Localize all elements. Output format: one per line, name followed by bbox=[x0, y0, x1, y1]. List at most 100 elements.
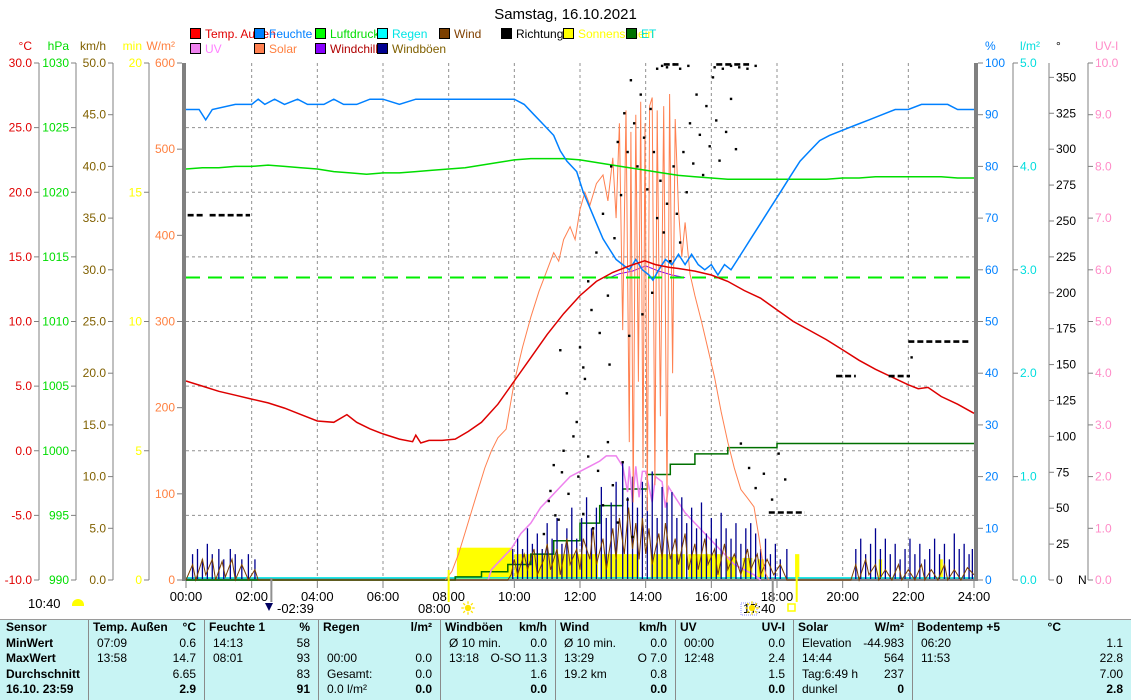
axis-wm2: 0100200300400500600W/m² bbox=[146, 39, 182, 587]
table-cell-row: 0.0 l/m² 0.0 bbox=[327, 682, 432, 697]
sun-icon bbox=[72, 599, 84, 606]
legend: Temp. Außen Feuchte 1 Luftdruck Regen Wind Ri… bbox=[0, 0, 1131, 60]
legend-label: Windchill bbox=[330, 42, 379, 56]
table-col-solar: Solar W/m² Elevation -44.983 14:44 564 Tag:6:4… bbox=[793, 620, 912, 700]
weather-chart: -10.0 -5.0 0.0 5.0 10.0 15.0 20.0 25.0 30.0 °C 990… bbox=[0, 0, 1131, 623]
svg-text:0: 0 bbox=[985, 573, 992, 587]
table-cell-row: 6.65 bbox=[172, 666, 196, 681]
svg-text:4.0: 4.0 bbox=[1020, 159, 1037, 173]
table-cell-row: 00:00 0.0 bbox=[327, 651, 432, 666]
svg-text:225: 225 bbox=[1056, 250, 1076, 264]
sonnenschein-color-swatch bbox=[563, 28, 574, 39]
table-col-windb-en: Windböen km/h Ø 10 min. 0.0 13:18 O-SO 11.3 1.… bbox=[440, 620, 555, 700]
svg-text:990: 990 bbox=[49, 573, 69, 587]
svg-text:0.0: 0.0 bbox=[15, 444, 32, 458]
table-cell-row: Tag:6:49 h 237 bbox=[802, 666, 904, 681]
table-row-label: MinWert bbox=[6, 635, 54, 650]
svg-text:1.0: 1.0 bbox=[1020, 470, 1037, 484]
svg-text:150: 150 bbox=[1056, 358, 1076, 372]
table-col-header: Wind km/h bbox=[560, 620, 667, 634]
table-cell-row: 00:00 0.0 bbox=[684, 635, 785, 650]
table-cell-row: 83 bbox=[296, 666, 310, 681]
table-cell-row: Gesamt: 0.0 bbox=[327, 666, 432, 681]
table-cell-row: 91 bbox=[296, 682, 310, 697]
axis-pct: 0102030405060708090100% bbox=[978, 39, 1005, 587]
axis-uvi: 0.01.02.03.04.05.06.07.08.09.010.0UV-I bbox=[1087, 39, 1119, 587]
svg-text:70: 70 bbox=[985, 211, 999, 225]
svg-text:25: 25 bbox=[1056, 537, 1070, 551]
table-col-feuchte-1: Feuchte 1% 14:13 58 08:01 93 83 91 bbox=[204, 620, 318, 700]
svg-text:5.0: 5.0 bbox=[1095, 315, 1112, 329]
table-col-header: Feuchte 1% bbox=[209, 620, 310, 634]
svg-text:100: 100 bbox=[1056, 429, 1076, 443]
table-cell-row: Elevation -44.983 bbox=[802, 635, 904, 650]
table-cell-row: 13:18 O-SO 11.3 bbox=[449, 651, 547, 666]
legend-item-uv: UV bbox=[190, 42, 222, 56]
legend-item-windchill: Windchill bbox=[315, 42, 378, 56]
svg-text:-5.0: -5.0 bbox=[11, 508, 32, 522]
svg-text:9.0: 9.0 bbox=[1095, 108, 1112, 122]
svg-text:80: 80 bbox=[985, 159, 999, 173]
svg-text:250: 250 bbox=[1056, 214, 1076, 228]
table-cell-row: 14:44 564 bbox=[802, 651, 904, 666]
svg-text:15.0: 15.0 bbox=[83, 418, 107, 432]
table-col-header: Regen l/m² bbox=[323, 620, 432, 634]
richtung-color-swatch bbox=[501, 28, 512, 39]
legend-label: UV bbox=[205, 42, 222, 56]
legend-label: Regen bbox=[392, 27, 428, 41]
table-col-regen: Regen l/m² 00:00 0.0 Gesamt: 0.0 0.0 l/m² 0.0 bbox=[318, 620, 440, 700]
svg-text:2.0: 2.0 bbox=[1095, 470, 1112, 484]
wind-color-swatch bbox=[439, 28, 450, 39]
windboeen-color-swatch bbox=[377, 43, 388, 54]
svg-text:25.0: 25.0 bbox=[83, 315, 107, 329]
table-cell-row: 1.5 bbox=[768, 666, 785, 681]
et-color-swatch bbox=[626, 28, 637, 39]
table-col-sensor: Sensor MinWert MaxWert Durchschnitt 16.10. 2… bbox=[0, 620, 88, 700]
table-cell-row: 08:01 93 bbox=[213, 651, 310, 666]
svg-text:10: 10 bbox=[129, 315, 143, 329]
table-cell-row: 13:58 14.7 bbox=[97, 651, 196, 666]
table-row-label: MaxWert bbox=[6, 651, 56, 666]
temp-color-swatch bbox=[190, 28, 201, 39]
svg-text:0.0: 0.0 bbox=[1020, 573, 1037, 587]
svg-text:50: 50 bbox=[985, 315, 999, 329]
grid bbox=[186, 63, 974, 578]
svg-text:1005: 1005 bbox=[42, 379, 69, 393]
series-solar bbox=[445, 93, 770, 581]
stats-table: Sensor MinWert MaxWert Durchschnitt 16.10. 2… bbox=[0, 619, 1131, 700]
svg-text:7.0: 7.0 bbox=[1095, 211, 1112, 225]
axis-deg: 0 N 25 50 75 100 125 150 175 200 225 250 275 300 325 35… bbox=[1048, 39, 1087, 587]
svg-text:90: 90 bbox=[985, 108, 999, 122]
svg-text:350: 350 bbox=[1056, 70, 1076, 84]
table-row-label: Durchschnitt bbox=[6, 666, 81, 681]
svg-text:300: 300 bbox=[155, 315, 175, 329]
svg-text:30.0: 30.0 bbox=[83, 263, 107, 277]
table-cell-row: 19.2 km 0.8 bbox=[564, 666, 667, 681]
svg-text:10:00: 10:00 bbox=[498, 589, 531, 604]
svg-text:0: 0 bbox=[168, 573, 175, 587]
legend-item-windboeen: Windböen bbox=[377, 42, 446, 56]
legend-item-richtung: Richtung bbox=[501, 27, 563, 41]
table-row-label: Sensor bbox=[6, 620, 47, 634]
table-cell-row: 0.0 bbox=[768, 682, 785, 697]
legend-label: Wind bbox=[454, 27, 482, 41]
legend-label: Luftdruck bbox=[330, 27, 380, 41]
svg-text:2.0: 2.0 bbox=[1020, 366, 1037, 380]
svg-text:N: N bbox=[1078, 573, 1087, 587]
legend-label: Richtung bbox=[516, 27, 564, 41]
svg-text:1025: 1025 bbox=[42, 121, 69, 135]
svg-text:1020: 1020 bbox=[42, 185, 69, 199]
svg-text:5.0: 5.0 bbox=[15, 379, 32, 393]
table-cell-row: Ø 10 min. 0.0 bbox=[564, 635, 667, 650]
legend-item-regen: Regen bbox=[377, 27, 427, 41]
svg-text:1010: 1010 bbox=[42, 315, 69, 329]
svg-text:5.0: 5.0 bbox=[89, 521, 106, 535]
svg-text:995: 995 bbox=[49, 508, 69, 522]
legend-item-luftdruck: Luftdruck bbox=[315, 27, 379, 41]
app-window: { "title": "Samstag, 16.10.2021", "legen… bbox=[0, 0, 1131, 700]
legend-item-feuchte: Feuchte 1 bbox=[254, 27, 322, 41]
svg-text:175: 175 bbox=[1056, 322, 1076, 336]
svg-text:3.0: 3.0 bbox=[1095, 418, 1112, 432]
table-col-temp-au-en: Temp. Außen °C 07:09 0.6 13:58 14.7 6.65 2.9 bbox=[88, 620, 204, 700]
svg-text:1.0: 1.0 bbox=[1095, 521, 1112, 535]
